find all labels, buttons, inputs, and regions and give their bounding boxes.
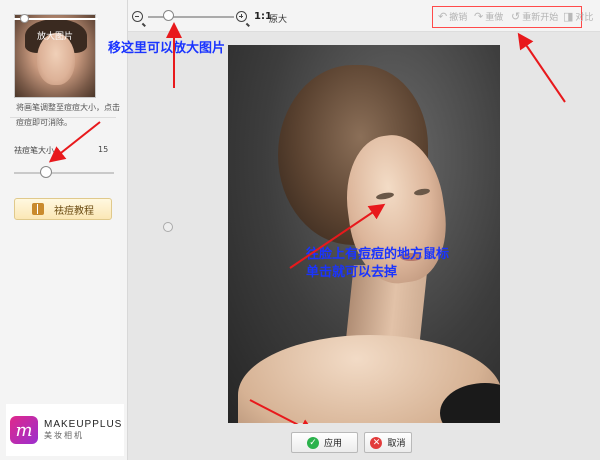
face-annotation-line2: 单击就可以去掉 [306, 265, 398, 280]
face-annotation-line1: 往脸上有痘痘的地方鼠标 [306, 247, 450, 262]
close-icon: ✕ [370, 436, 383, 449]
photo-preview[interactable] [228, 45, 500, 423]
restart-label: 重新开始 [522, 13, 559, 23]
logo-subtitle: 美妆相机 [44, 431, 84, 440]
brush-size-knob[interactable] [40, 166, 52, 178]
brush-size-slider[interactable] [14, 172, 114, 174]
apply-button-label: 应用 [323, 439, 342, 449]
left-panel: 放大图片 将画笔调整至痘痘大小，点击痘痘即可消除。 祛痘笔大小 15 祛痘教程 … [0, 0, 128, 460]
compare-icon: ◨ [563, 10, 574, 23]
brush-size-label: 祛痘笔大小 [14, 146, 54, 155]
restart-button[interactable]: ↺ 重新开始 [511, 10, 558, 23]
cancel-button[interactable]: ✕ 取消 [364, 432, 412, 453]
thumbnail-zoom-slider[interactable] [14, 14, 98, 23]
app-logo: m MAKEUPPLUS 美妆相机 [6, 404, 124, 456]
zoom-in-icon[interactable] [236, 11, 247, 22]
compare-label: 对比 [575, 13, 594, 23]
tutorial-button-label: 祛痘教程 [54, 205, 94, 217]
compare-button[interactable]: ◨ 对比 [563, 10, 593, 23]
brush-hint-text: 将画笔调整至痘痘大小，点击痘痘即可消除。 [16, 103, 120, 127]
zoom-out-icon[interactable] [132, 11, 143, 22]
thumbnail-preview[interactable]: 放大图片 [14, 14, 96, 98]
redo-label: 重做 [485, 13, 504, 23]
undo-button[interactable]: ↶ 撤销 [438, 10, 467, 23]
zoom-annotation: 移这里可以放大图片 [108, 41, 226, 56]
restart-icon: ↺ [511, 10, 521, 23]
undo-label: 撤销 [449, 13, 468, 23]
cancel-button-label: 取消 [387, 439, 406, 449]
canvas-pan-handle[interactable] [163, 222, 173, 232]
logo-name: MAKEUPPLUS [44, 419, 123, 430]
zoom-slider[interactable] [148, 16, 234, 18]
apply-button[interactable]: ✓ 应用 [291, 432, 358, 453]
undo-icon: ↶ [438, 10, 448, 23]
redo-icon: ↷ [474, 10, 484, 23]
zoom-slider-knob[interactable] [163, 10, 174, 21]
book-icon [32, 203, 44, 215]
tutorial-button[interactable]: 祛痘教程 [14, 198, 112, 220]
divider [10, 117, 116, 118]
thumbnail-label: 放大图片 [36, 32, 73, 42]
check-icon: ✓ [306, 436, 319, 449]
redo-button[interactable]: ↷ 重做 [474, 10, 503, 23]
brush-size-value: 15 [98, 145, 109, 154]
logo-mark-icon: m [10, 416, 38, 444]
thumbnail-zoom-knob[interactable] [20, 14, 29, 23]
actual-size-label[interactable]: 原大 [269, 12, 287, 25]
